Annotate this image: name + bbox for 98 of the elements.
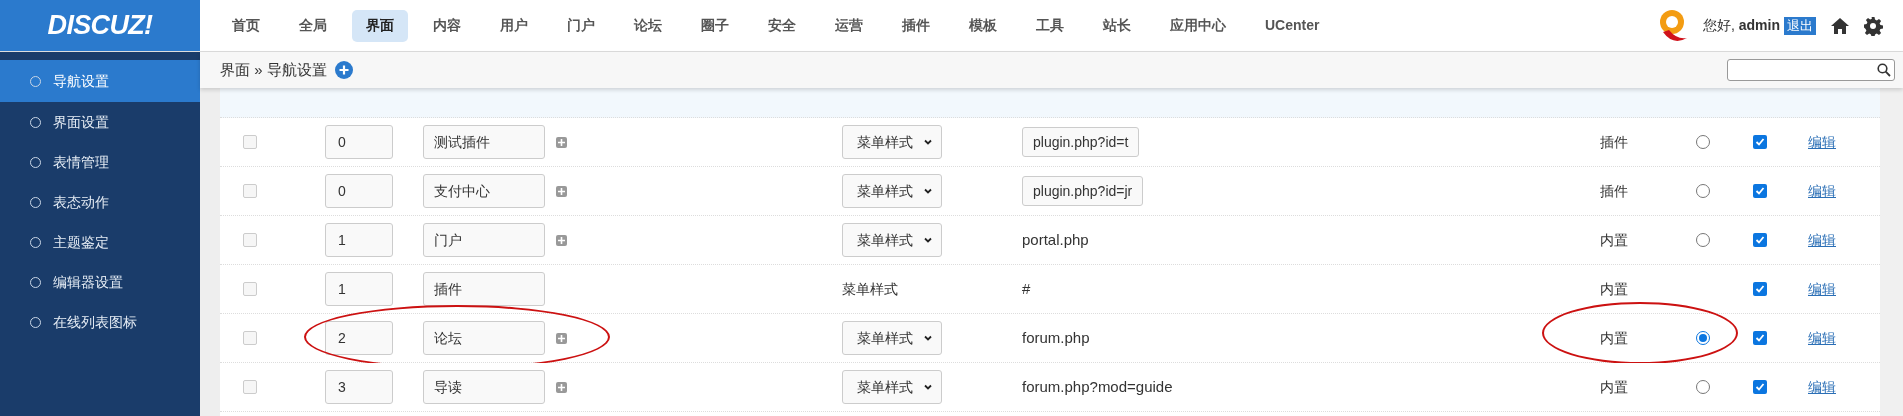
nav-tab[interactable]: 模板: [955, 9, 1011, 42]
sidebar-label: 编辑器设置: [53, 272, 123, 292]
caret-icon: [923, 382, 933, 392]
nav-tab[interactable]: 圈子: [687, 9, 743, 42]
url-text: portal.php: [1022, 229, 1089, 250]
nav-tab[interactable]: 安全: [754, 9, 810, 42]
checkbox[interactable]: [243, 233, 257, 247]
sidebar-label: 主题鉴定: [53, 232, 109, 252]
name-field[interactable]: 支付中心: [423, 174, 545, 208]
url-text: forum.php?mod=guide: [1022, 376, 1173, 397]
sidebar-item[interactable]: 在线列表图标: [0, 302, 200, 342]
nav-tab[interactable]: 站长: [1089, 9, 1145, 42]
sidebar-item[interactable]: 导航设置: [0, 60, 200, 102]
sidebar-item[interactable]: 界面设置: [0, 102, 200, 142]
settings-icon[interactable]: [1863, 15, 1883, 36]
sidebar-label: 表态动作: [53, 192, 109, 212]
search-field[interactable]: [1727, 59, 1895, 81]
checkbox[interactable]: [1753, 380, 1767, 394]
sidebar-label: 导航设置: [53, 71, 109, 91]
nav-tab[interactable]: 界面: [352, 9, 408, 42]
sidebar-label: 表情管理: [53, 152, 109, 172]
nav-tab[interactable]: 内容: [419, 9, 475, 42]
nav-tab[interactable]: 首页: [218, 9, 274, 42]
nav-tab[interactable]: 工具: [1022, 9, 1078, 42]
add-icon[interactable]: [556, 381, 567, 393]
checkbox[interactable]: [243, 282, 257, 296]
order-field[interactable]: 0: [325, 174, 393, 208]
search-icon[interactable]: [1877, 63, 1891, 77]
edit-link[interactable]: 编辑: [1808, 327, 1836, 349]
add-icon[interactable]: [556, 136, 567, 148]
checkbox[interactable]: [1753, 282, 1767, 296]
url-text: forum.php: [1022, 327, 1090, 348]
checkbox[interactable]: [243, 380, 257, 394]
greeting-text: 您好,: [1702, 16, 1735, 35]
order-field[interactable]: 2: [325, 321, 393, 355]
checkbox[interactable]: [243, 184, 257, 198]
name-field[interactable]: 插件: [423, 272, 545, 306]
sidebar-item[interactable]: 编辑器设置: [0, 262, 200, 302]
url-field[interactable]: plugin.php?id=t: [1022, 127, 1140, 157]
name-field[interactable]: 论坛: [423, 321, 545, 355]
style-dropdown[interactable]: 菜单样式: [842, 125, 942, 159]
type-text: 内置: [1600, 378, 1628, 395]
name-field[interactable]: 测试插件: [423, 125, 545, 159]
type-text: 内置: [1600, 329, 1628, 346]
sidebar-item[interactable]: 表态动作: [0, 182, 200, 222]
order-field[interactable]: 3: [325, 370, 393, 404]
logo: DISCUZ!: [47, 9, 153, 43]
order-field[interactable]: 1: [325, 272, 393, 306]
url-text: #: [1022, 278, 1031, 299]
nav-tab[interactable]: UCenter: [1251, 9, 1334, 42]
type-text: 内置: [1600, 280, 1628, 297]
style-dropdown[interactable]: 菜单样式: [842, 174, 942, 208]
username: admin: [1738, 16, 1780, 35]
nav-tab[interactable]: 论坛: [620, 9, 676, 42]
checkbox[interactable]: [243, 331, 257, 345]
url-field[interactable]: plugin.php?id=jr: [1022, 176, 1144, 206]
caret-icon: [923, 137, 933, 147]
type-text: 插件: [1600, 182, 1628, 199]
nav-tab[interactable]: 插件: [888, 9, 944, 42]
edit-link[interactable]: 编辑: [1808, 131, 1836, 153]
add-icon[interactable]: [556, 332, 567, 344]
checkbox[interactable]: [1753, 331, 1767, 345]
sidebar-item[interactable]: 主题鉴定: [0, 222, 200, 262]
caret-icon: [923, 186, 933, 196]
style-text: 菜单样式: [842, 280, 898, 297]
checkbox[interactable]: [1753, 184, 1767, 198]
add-icon[interactable]: [334, 61, 353, 79]
checkbox[interactable]: [243, 135, 257, 149]
edit-link[interactable]: 编辑: [1808, 180, 1836, 202]
style-dropdown[interactable]: 菜单样式: [842, 321, 942, 355]
sidebar-label: 在线列表图标: [53, 312, 137, 332]
edit-link[interactable]: 编辑: [1808, 376, 1836, 398]
home-icon[interactable]: [1830, 15, 1850, 36]
logout-link[interactable]: 退出: [1784, 16, 1816, 35]
nav-tab[interactable]: 全局: [285, 9, 341, 42]
nav-tab[interactable]: 用户: [486, 9, 542, 42]
name-field[interactable]: 导读: [423, 370, 545, 404]
add-icon[interactable]: [556, 185, 567, 197]
type-text: 插件: [1600, 133, 1628, 150]
sidebar-item[interactable]: 表情管理: [0, 142, 200, 182]
name-field[interactable]: 门户: [423, 223, 545, 257]
order-field[interactable]: 0: [325, 125, 393, 159]
checkbox[interactable]: [1753, 233, 1767, 247]
order-field[interactable]: 1: [325, 223, 393, 257]
type-text: 内置: [1600, 231, 1628, 248]
edit-link[interactable]: 编辑: [1808, 229, 1836, 251]
sidebar-label: 界面设置: [53, 112, 109, 132]
nav-tab[interactable]: 门户: [553, 9, 609, 42]
add-icon[interactable]: [556, 234, 567, 246]
caret-icon: [923, 333, 933, 343]
edit-link[interactable]: 编辑: [1808, 278, 1836, 300]
caret-icon: [923, 235, 933, 245]
style-dropdown[interactable]: 菜单样式: [842, 223, 942, 257]
nav-tab[interactable]: 运营: [821, 9, 877, 42]
checkbox[interactable]: [1753, 135, 1767, 149]
style-dropdown[interactable]: 菜单样式: [842, 370, 942, 404]
nav-tab[interactable]: 应用中心: [1156, 9, 1240, 42]
breadcrumb: 界面 » 导航设置: [220, 59, 327, 80]
